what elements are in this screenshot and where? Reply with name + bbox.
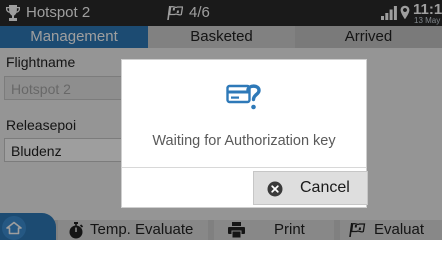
card-question-icon: [226, 84, 261, 110]
app-screen: Hotspot 2 4/6 11:19: 13 May 2 Management…: [0, 0, 442, 240]
cancel-button[interactable]: Cancel: [253, 171, 368, 205]
authorization-dialog: Waiting for Authorization key Cancel: [121, 59, 368, 208]
cancel-label: Cancel: [300, 179, 350, 196]
dialog-message: Waiting for Authorization key: [152, 133, 336, 149]
close-circle-icon: [267, 181, 283, 197]
dialog-divider: [122, 167, 366, 168]
